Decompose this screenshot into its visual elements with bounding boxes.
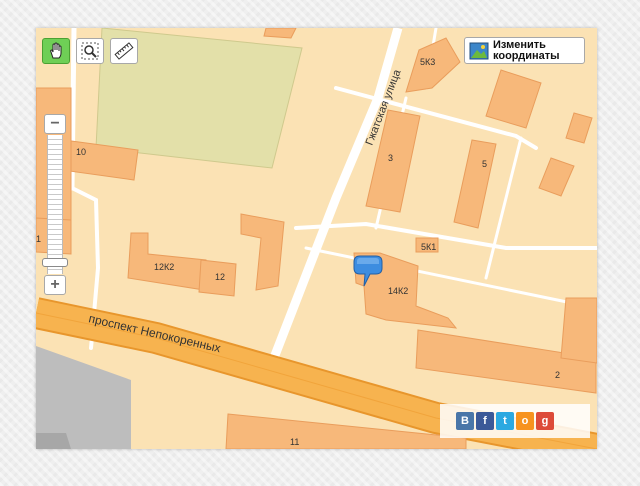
ruler-icon: [114, 42, 134, 60]
zoom-area-button[interactable]: [76, 38, 104, 64]
vk-share-button[interactable]: B: [456, 412, 474, 430]
building-label-10: 10: [76, 147, 86, 157]
share-panel: Bftоg: [440, 404, 590, 438]
building-label-5: 5: [482, 159, 487, 169]
building-5: [453, 139, 497, 229]
zoom-slider-handle[interactable]: [42, 258, 68, 268]
building-label-1: 1: [36, 234, 41, 244]
ruler-button[interactable]: [110, 38, 138, 64]
building-12-corner: [240, 213, 285, 291]
building-label-11: 11: [290, 437, 299, 447]
twitter-share-button[interactable]: t: [496, 412, 514, 430]
odnoklassniki-share-button[interactable]: о: [516, 412, 534, 430]
building-east-small: [538, 157, 575, 197]
building-ne-small: [565, 112, 593, 144]
map-viewport[interactable]: Гжатская улица проспект Непокоренных 10 …: [36, 28, 597, 449]
building-label-2: 2: [555, 370, 560, 380]
street-south-link: [304, 246, 597, 310]
building-ne: [485, 69, 542, 129]
zoom-out-button[interactable]: −: [44, 114, 66, 134]
hand-icon: [50, 42, 62, 59]
building-label-5k3: 5К3: [420, 57, 435, 67]
building-label-14k2: 14К2: [388, 286, 408, 296]
gray-zone-shade: [36, 433, 71, 449]
magnifier-icon: [81, 42, 99, 60]
building-label-3: 3: [388, 153, 393, 163]
map-canvas[interactable]: Гжатская улица проспект Непокоренных 10 …: [36, 28, 597, 449]
building-top: [263, 28, 297, 39]
google-plus-share-button[interactable]: g: [536, 412, 554, 430]
picture-icon: [469, 42, 489, 59]
change-coordinates-label: Изменить координаты: [493, 38, 560, 62]
building-label-12k2: 12К2: [154, 262, 174, 272]
facebook-share-button[interactable]: f: [476, 412, 494, 430]
building-2-east: [560, 297, 597, 364]
zoom-in-button[interactable]: +: [44, 275, 66, 295]
hand-tool-button[interactable]: [42, 38, 70, 64]
zoom-slider-track[interactable]: [47, 135, 63, 274]
change-coordinates-button[interactable]: Изменить координаты: [464, 37, 585, 64]
building-label-12: 12: [215, 272, 225, 282]
building-label-5k1: 5К1: [421, 242, 436, 252]
street-east-ring: [294, 221, 597, 250]
